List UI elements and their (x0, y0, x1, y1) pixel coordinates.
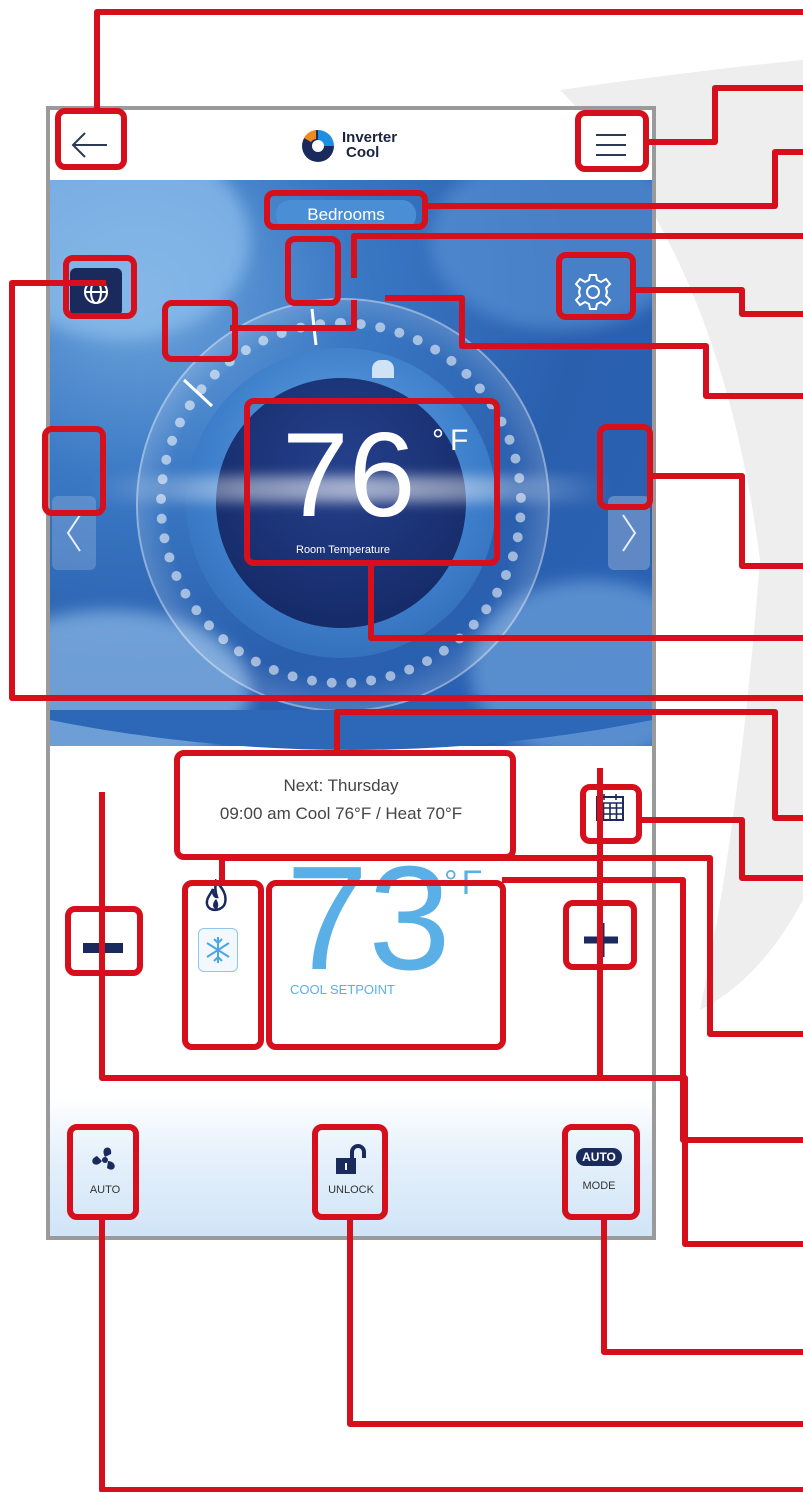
handle-line-icon (310, 308, 318, 346)
chevron-left-icon (66, 514, 81, 552)
callout-fan-button (67, 1124, 139, 1220)
dial-indicator-dot (372, 360, 394, 378)
chevron-right-icon (622, 514, 637, 552)
callout-lock-button (312, 1124, 388, 1220)
cool-limit-handle[interactable] (168, 364, 228, 420)
callout-cool-limit-handle (162, 300, 238, 362)
callout-mode-button (562, 1124, 640, 1220)
callout-decrease-button (65, 906, 143, 976)
callout-room-temperature (244, 398, 500, 566)
logo-icon (302, 130, 334, 162)
callout-heat-limit-handle (285, 236, 341, 306)
callout-schedule-button (580, 784, 642, 844)
callout-setpoint (266, 880, 506, 1050)
callout-increase-button (563, 900, 637, 970)
app-logo: Inverter Cool (298, 126, 418, 166)
callout-globe-button (63, 255, 137, 319)
callout-next-schedule (174, 750, 516, 860)
callout-settings-button (556, 252, 636, 320)
callout-menu-button (575, 110, 649, 172)
callout-next-zone (597, 424, 653, 510)
callout-back-button (55, 108, 127, 170)
heat-limit-handle[interactable] (294, 300, 334, 354)
callout-mode-icons (182, 880, 264, 1050)
handle-line-icon (182, 378, 214, 408)
callout-zone-name (264, 190, 428, 230)
brand-name: Inverter Cool (342, 129, 398, 161)
callout-prev-zone (42, 426, 106, 516)
header-bar: Inverter Cool (50, 110, 652, 180)
